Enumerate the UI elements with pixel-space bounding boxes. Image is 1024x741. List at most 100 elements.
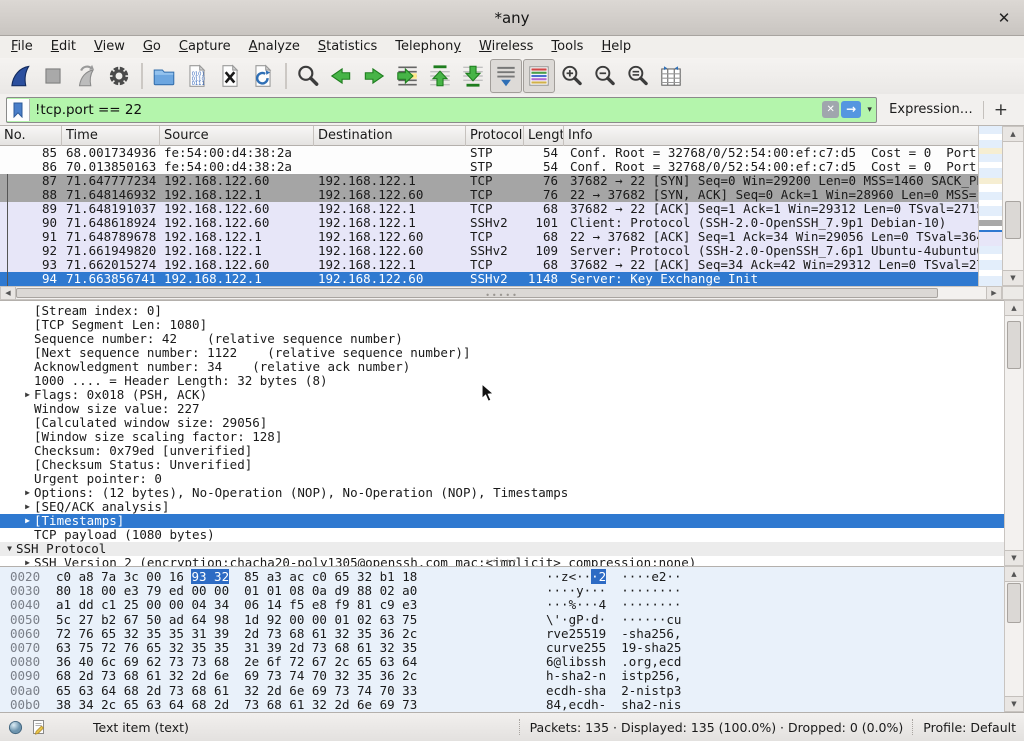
menu-file[interactable]: File (2, 36, 42, 58)
hex-row-0040[interactable]: 0040a1 dd c1 25 00 00 04 34 06 14 f5 e8 … (0, 598, 1004, 612)
hex-row-0090[interactable]: 009068 2d 73 68 61 32 2d 6e 69 73 74 70 … (0, 669, 1004, 683)
menu-analyze[interactable]: Analyze (240, 36, 309, 58)
status-profile[interactable]: Profile: Default (923, 720, 1016, 735)
packet-row-90[interactable]: 9071.648618924192.168.122.60192.168.122.… (0, 216, 978, 230)
menu-wireless[interactable]: Wireless (470, 36, 542, 58)
scroll-up-arrow-icon[interactable]: ▲ (1005, 301, 1023, 316)
restart-capture-button[interactable] (70, 59, 102, 93)
scroll-up-arrow-icon[interactable]: ▲ (1005, 567, 1023, 582)
reload-file-button[interactable] (247, 59, 279, 93)
expression-button[interactable]: Expression… (889, 102, 973, 117)
column-header-length[interactable]: Length (524, 126, 564, 146)
hex-row-0060[interactable]: 006072 76 65 32 35 35 31 39 2d 73 68 61 … (0, 627, 1004, 641)
capture-options-button[interactable] (103, 59, 135, 93)
display-filter-field[interactable]: ✕ → ▾ (6, 97, 877, 123)
go-to-packet-button[interactable] (391, 59, 423, 93)
detail-line[interactable]: [TCP Segment Len: 1080] (0, 318, 1004, 332)
scroll-up-arrow-icon[interactable]: ▲ (1003, 127, 1023, 142)
packet-row-92[interactable]: 9271.661949820192.168.122.1192.168.122.6… (0, 244, 978, 258)
stop-capture-button[interactable] (37, 59, 69, 93)
hex-row-00b0[interactable]: 00b038 34 2c 65 63 64 68 2d 73 68 61 32 … (0, 698, 1004, 712)
menu-view[interactable]: View (85, 36, 134, 58)
zoom-in-button[interactable] (556, 59, 588, 93)
pane-splitter-handle[interactable]: ••••• (0, 294, 1004, 299)
detail-line[interactable]: [Stream index: 0] (0, 304, 1004, 318)
find-packet-button[interactable] (292, 59, 324, 93)
colorize-button[interactable] (523, 59, 555, 93)
column-header-source[interactable]: Source (160, 126, 314, 146)
column-header-info[interactable]: Info (564, 126, 978, 146)
detail-line[interactable]: Urgent pointer: 0 (0, 472, 1004, 486)
filter-dropdown-button[interactable]: ▾ (863, 105, 876, 115)
packet-row-91[interactable]: 9171.648789678192.168.122.1192.168.122.6… (0, 230, 978, 244)
start-capture-button[interactable] (4, 59, 36, 93)
menu-go[interactable]: Go (134, 36, 170, 58)
detail-line[interactable]: TCP payload (1080 bytes) (0, 528, 1004, 542)
hex-row-00a0[interactable]: 00a065 63 64 68 2d 73 68 61 32 2d 6e 69 … (0, 684, 1004, 698)
packet-list-minimap-scrollbar[interactable] (978, 126, 1002, 286)
column-header-time[interactable]: Time (62, 126, 160, 146)
detail-line[interactable]: ▶Flags: 0x018 (PSH, ACK) (0, 388, 1004, 402)
detail-line[interactable]: Checksum: 0x79ed [unverified] (0, 444, 1004, 458)
scroll-down-arrow-icon[interactable]: ▼ (1003, 270, 1023, 285)
save-file-button[interactable]: 010101100111 (181, 59, 213, 93)
hex-row-0070[interactable]: 007063 75 72 76 65 32 35 35 31 39 2d 73 … (0, 641, 1004, 655)
pane-splitter-handle[interactable]: ••••• (0, 560, 1004, 565)
expand-triangle-icon[interactable]: ▶ (21, 486, 34, 500)
details-vertical-scrollbar[interactable]: ▲ ▼ (1004, 300, 1024, 566)
add-filter-button[interactable]: + (984, 100, 1018, 120)
go-last-button[interactable] (457, 59, 489, 93)
hex-row-0080[interactable]: 008036 40 6c 69 62 73 73 68 2e 6f 72 67 … (0, 655, 1004, 669)
detail-line[interactable]: Sequence number: 42 (relative sequence n… (0, 332, 1004, 346)
capture-comment-icon[interactable] (31, 719, 47, 735)
expand-triangle-icon[interactable]: ▶ (21, 388, 34, 402)
filter-clear-button[interactable]: ✕ (822, 101, 839, 118)
expand-triangle-icon[interactable]: ▶ (21, 500, 34, 514)
detail-line[interactable]: [Next sequence number: 1122 (relative se… (0, 346, 1004, 360)
menu-tools[interactable]: Tools (542, 36, 592, 58)
detail-line[interactable]: [Window size scaling factor: 128] (0, 430, 1004, 444)
collapse-triangle-icon[interactable]: ▼ (3, 542, 16, 556)
detail-line[interactable]: [Calculated window size: 29056] (0, 416, 1004, 430)
scrollbar-thumb[interactable] (1007, 321, 1021, 369)
packet-row-87[interactable]: 8771.647777234192.168.122.60192.168.122.… (0, 174, 978, 188)
packet-row-88[interactable]: 8871.648146932192.168.122.1192.168.122.6… (0, 188, 978, 202)
resize-columns-button[interactable] (655, 59, 687, 93)
column-header-protocol[interactable]: Protocol (466, 126, 524, 146)
menu-edit[interactable]: Edit (42, 36, 85, 58)
column-header-no[interactable]: No. (0, 126, 62, 146)
scrollbar-thumb[interactable] (1005, 201, 1021, 239)
close-window-button[interactable]: ✕ (994, 8, 1014, 28)
detail-line[interactable]: 1000 .... = Header Length: 32 bytes (8) (0, 374, 1004, 388)
detail-line[interactable]: ▼SSH Protocol (0, 542, 1004, 556)
menu-telephony[interactable]: Telephony (386, 36, 470, 58)
detail-line[interactable]: [Checksum Status: Unverified] (0, 458, 1004, 472)
column-header-destination[interactable]: Destination (314, 126, 466, 146)
zoom-out-button[interactable] (589, 59, 621, 93)
zoom-reset-button[interactable] (622, 59, 654, 93)
hex-row-0020[interactable]: 0020c0 a8 7a 3c 00 16 93 32 85 a3 ac c0 … (0, 570, 1004, 584)
expert-info-icon[interactable] (8, 720, 23, 735)
hex-row-0050[interactable]: 00505c 27 b2 67 50 ad 64 98 1d 92 00 00 … (0, 613, 1004, 627)
filter-bookmark-button[interactable] (7, 99, 30, 121)
packet-row-86[interactable]: 8670.013850163fe:54:00:d4:38:2aSTP54Conf… (0, 160, 978, 174)
display-filter-input[interactable] (30, 99, 822, 121)
detail-line[interactable]: ▶Options: (12 bytes), No-Operation (NOP)… (0, 486, 1004, 500)
auto-scroll-button[interactable] (490, 59, 522, 93)
menu-capture[interactable]: Capture (170, 36, 240, 58)
packet-row-93[interactable]: 9371.662015274192.168.122.60192.168.122.… (0, 258, 978, 272)
scrollbar-thumb[interactable] (1007, 583, 1021, 623)
go-first-button[interactable] (424, 59, 456, 93)
filter-apply-button[interactable]: → (841, 101, 861, 118)
expand-triangle-icon[interactable]: ▶ (21, 514, 34, 528)
go-forward-button[interactable] (358, 59, 390, 93)
bytes-vertical-scrollbar[interactable]: ▲ ▼ (1004, 566, 1024, 712)
detail-line[interactable]: ▶[SEQ/ACK analysis] (0, 500, 1004, 514)
detail-line[interactable]: Window size value: 227 (0, 402, 1004, 416)
detail-line[interactable]: ▶[Timestamps] (0, 514, 1004, 528)
packet-row-94[interactable]: 9471.663856741192.168.122.1192.168.122.6… (0, 272, 978, 286)
scroll-down-arrow-icon[interactable]: ▼ (1005, 550, 1023, 565)
go-back-button[interactable] (325, 59, 357, 93)
packet-list-vertical-scrollbar[interactable]: ▲ ▼ (1002, 126, 1024, 286)
detail-line[interactable]: Acknowledgment number: 34 (relative ack … (0, 360, 1004, 374)
